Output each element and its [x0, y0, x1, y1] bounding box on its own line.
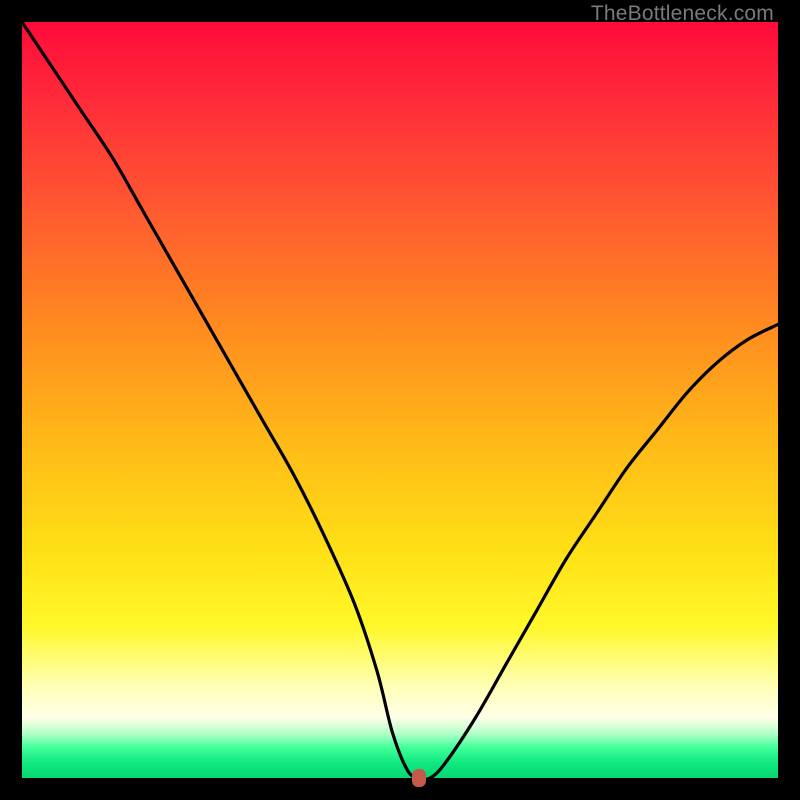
- chart-frame: TheBottleneck.com: [0, 0, 800, 800]
- bottleneck-curve: [22, 22, 778, 778]
- plot-area: [22, 22, 778, 778]
- watermark-text: TheBottleneck.com: [591, 2, 774, 26]
- bottleneck-marker: [412, 769, 426, 787]
